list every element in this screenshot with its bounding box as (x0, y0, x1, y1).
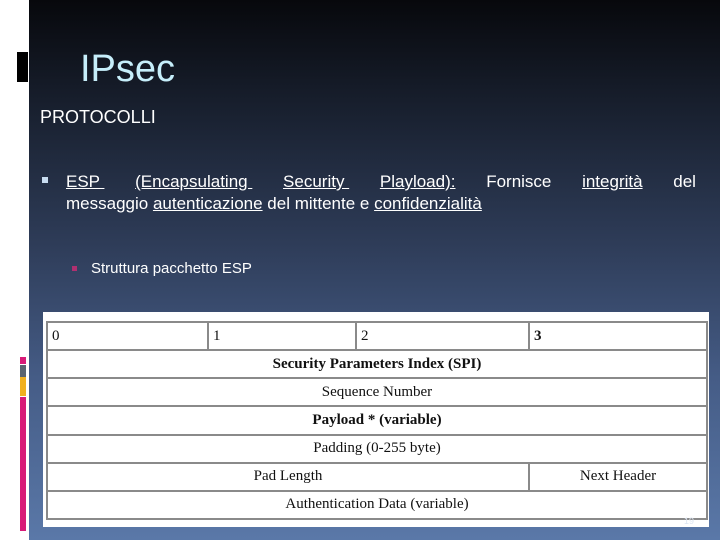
table-row: Pad Length Next Header (46, 461, 708, 492)
esp-description: ESP (Encapsulating Security Playload): Fo… (66, 171, 696, 215)
decoration-amber (20, 377, 26, 396)
word-3: Playload): (379, 172, 456, 191)
bit-header-3: 3 (528, 320, 708, 352)
word-1: (Encapsulating (135, 172, 253, 191)
bit-header-2: 2 (355, 320, 530, 352)
text-mittente: del mittente e (262, 194, 375, 213)
slide-subtitle: PROTOCOLLI (40, 107, 156, 127)
word-5: integrità (582, 172, 643, 191)
decoration-magenta-top (20, 357, 26, 364)
table-row: Sequence Number (46, 377, 708, 408)
table-row: Security Parameters Index (SPI) (46, 349, 708, 380)
field-payload: Payload * (variable) (46, 405, 708, 436)
word-6: del (673, 172, 696, 191)
field-sequence-number: Sequence Number (46, 377, 708, 408)
decoration-magenta-bottom (20, 397, 26, 531)
table-row: Padding (0-255 byte) (46, 433, 708, 464)
word-0: ESP (66, 172, 105, 191)
bullet-square-icon (42, 177, 48, 183)
field-next-header: Next Header (528, 461, 708, 492)
slide-title: IPsec (80, 48, 176, 90)
title-accent-bar (17, 52, 28, 82)
text-messaggio: messaggio (66, 194, 153, 213)
field-spi: Security Parameters Index (SPI) (46, 349, 708, 380)
word-4: Fornisce (486, 172, 552, 191)
page-number: 19 (684, 516, 695, 526)
bit-header-1: 1 (207, 320, 357, 352)
text-autenticazione: autenticazione (152, 194, 263, 213)
decoration-gray (20, 365, 26, 377)
table-row: Authentication Data (variable) (46, 489, 708, 521)
table-row-bit-header: 0 1 2 3 (46, 320, 708, 352)
bit-header-0: 0 (46, 320, 209, 352)
word-2: Security (283, 172, 350, 191)
esp-packet-table: 0 1 2 3 Security Parameters Index (SPI) … (46, 320, 708, 521)
sub-item-struttura: Struttura pacchetto ESP (91, 260, 252, 277)
table-row: Payload * (variable) (46, 405, 708, 436)
field-pad-length: Pad Length (46, 461, 530, 492)
esp-description-line2: messaggio autenticazione del mittente e … (66, 193, 696, 215)
sub-bullet-square-icon (72, 266, 77, 271)
esp-description-line1: ESP (Encapsulating Security Playload): Fo… (66, 171, 696, 193)
text-confidenzialita: confidenzialità (374, 194, 482, 213)
field-authentication-data: Authentication Data (variable) (46, 489, 708, 521)
field-padding: Padding (0-255 byte) (46, 433, 708, 464)
